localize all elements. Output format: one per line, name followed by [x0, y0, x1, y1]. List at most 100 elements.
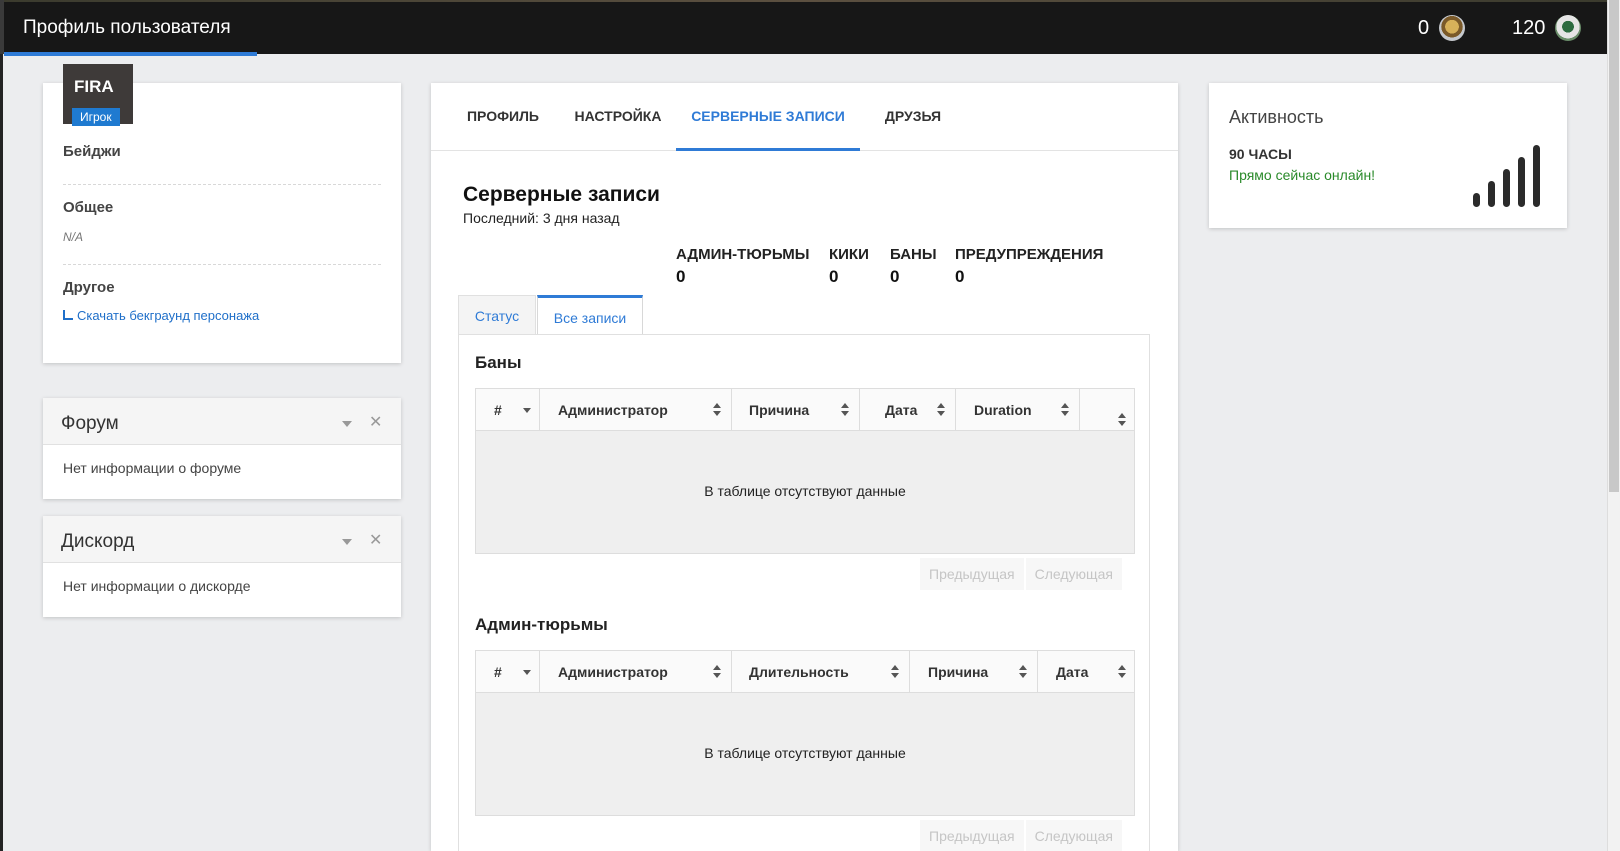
- tab-settings[interactable]: НАСТРОЙКА: [563, 83, 673, 151]
- column-number[interactable]: #: [476, 389, 540, 431]
- column-admin[interactable]: Администратор: [540, 389, 732, 431]
- stat-value: 0: [676, 267, 686, 286]
- forum-card-header: Форум ✕: [43, 398, 401, 445]
- top-bar: Профиль пользователя 0 120: [0, 0, 1607, 56]
- sort-icon: [841, 403, 849, 417]
- sort-icon: [1118, 665, 1126, 679]
- scrollbar[interactable]: [1607, 0, 1620, 851]
- bans-empty: В таблице отсутствуют данные: [704, 483, 906, 499]
- column-admin[interactable]: Администратор: [540, 651, 732, 693]
- tab-server-records[interactable]: СЕРВЕРНЫЕ ЗАПИСИ: [676, 83, 860, 151]
- sort-desc-icon: [523, 670, 531, 675]
- player-nick: FIRA: [74, 77, 114, 96]
- scrollbar-thumb[interactable]: [1609, 0, 1619, 492]
- jails-empty: В таблице отсутствуют данные: [704, 745, 906, 761]
- jails-title: Админ-тюрьмы: [475, 615, 608, 634]
- column-number[interactable]: #: [476, 651, 540, 693]
- table-header: # Администратор Длительность Причина Дат…: [476, 651, 1134, 693]
- coin-1-value: 0: [1418, 16, 1430, 39]
- forum-info: Нет информации о форуме: [63, 460, 242, 476]
- column-duration[interactable]: Duration: [956, 389, 1080, 431]
- divider: [63, 184, 381, 185]
- records-last: Последний: 3 дня назад: [463, 210, 620, 226]
- column-date[interactable]: Дата: [860, 389, 956, 431]
- prev-button[interactable]: Предыдущая: [920, 558, 1024, 590]
- badges-label: Бейджи: [63, 143, 121, 160]
- forum-card: Форум ✕ Нет информации о форуме: [43, 398, 401, 499]
- discord-title: Дискорд: [61, 531, 135, 552]
- records-panel: Баны # Администратор Причина Дата Durati…: [458, 334, 1150, 851]
- stat-value: 0: [955, 267, 965, 286]
- left-dark-edge: [0, 54, 3, 851]
- collapse-icon[interactable]: [342, 421, 352, 427]
- prev-button[interactable]: Предыдущая: [920, 820, 1024, 851]
- jails-pager: Предыдущая Следующая: [918, 820, 1122, 851]
- collapse-icon[interactable]: [342, 539, 352, 545]
- records-title: Серверные записи: [463, 183, 660, 206]
- sort-icon: [1061, 403, 1069, 417]
- column-reason[interactable]: Причина: [910, 651, 1038, 693]
- activity-title: Активность: [1229, 107, 1324, 127]
- signal-bar: [1488, 181, 1495, 207]
- sort-desc-icon: [523, 408, 531, 413]
- next-button[interactable]: Следующая: [1025, 820, 1122, 851]
- stat-bans: БАНЫ 0: [890, 246, 937, 287]
- sort-icon: [891, 665, 899, 679]
- activity-hours: 90 ЧАСЫ: [1229, 146, 1292, 162]
- close-icon[interactable]: ✕: [369, 530, 382, 550]
- discord-info: Нет информации о дискорде: [63, 578, 251, 594]
- avatar: FIRA Игрок: [63, 64, 133, 126]
- sort-icon: [1118, 413, 1126, 427]
- divider: [63, 264, 381, 265]
- subtab-all-records[interactable]: Все записи: [537, 295, 643, 335]
- window-edge: [0, 0, 4, 54]
- stat-kicks: КИКИ 0: [829, 246, 869, 287]
- stat-label: ПРЕДУПРЕЖДЕНИЯ: [955, 246, 1104, 263]
- general-label: Общее: [63, 199, 114, 216]
- role-badge: Игрок: [72, 108, 120, 126]
- stat-value: 0: [890, 267, 900, 286]
- online-status: Прямо сейчас онлайн!: [1229, 167, 1376, 183]
- coin-counter-1[interactable]: 0: [1418, 15, 1466, 41]
- title-accent-line: [4, 52, 257, 56]
- bans-title: Баны: [475, 353, 522, 372]
- next-button[interactable]: Следующая: [1025, 558, 1122, 590]
- stat-label: АДМИН-ТЮРЬМЫ: [676, 246, 810, 263]
- column-date[interactable]: Дата: [1038, 651, 1136, 693]
- jails-table: # Администратор Длительность Причина Дат…: [475, 650, 1135, 816]
- medal-coin-icon: [1439, 15, 1466, 41]
- column-reason[interactable]: Причина: [732, 389, 860, 431]
- activity-card: Активность 90 ЧАСЫ Прямо сейчас онлайн!: [1209, 83, 1567, 228]
- general-value: N/A: [63, 230, 84, 244]
- profile-tabs: ПРОФИЛЬ НАСТРОЙКА СЕРВЕРНЫЕ ЗАПИСИ ДРУЗЬ…: [431, 83, 1178, 151]
- other-label: Другое: [63, 279, 115, 296]
- signal-bar: [1503, 169, 1510, 207]
- sort-icon: [1019, 665, 1027, 679]
- stat-label: БАНЫ: [890, 246, 937, 263]
- sort-icon: [937, 403, 945, 417]
- bans-pager: Предыдущая Следующая: [918, 558, 1122, 590]
- discord-card-header: Дискорд ✕: [43, 516, 401, 563]
- close-icon[interactable]: ✕: [369, 412, 382, 432]
- bans-table: # Администратор Причина Дата Duration В …: [475, 388, 1135, 554]
- sort-icon: [713, 403, 721, 417]
- stat-label: КИКИ: [829, 246, 869, 263]
- download-icon: [63, 310, 73, 320]
- download-background-link[interactable]: Скачать бекграунд персонажа: [63, 308, 381, 323]
- top-bar-border: [0, 0, 1607, 2]
- subtab-status[interactable]: Статус: [458, 295, 536, 335]
- activity-signal-icon: [1473, 145, 1545, 207]
- discord-card: Дискорд ✕ Нет информации о дискорде: [43, 516, 401, 617]
- coin-2-value: 120: [1512, 16, 1546, 39]
- page-title: Профиль пользователя: [23, 17, 231, 38]
- forum-title: Форум: [61, 413, 119, 434]
- tab-friends[interactable]: ДРУЗЬЯ: [868, 83, 958, 151]
- column-duration[interactable]: Длительность: [732, 651, 910, 693]
- coin-counter-2[interactable]: 120: [1512, 15, 1582, 41]
- column-extra[interactable]: [1080, 389, 1136, 431]
- sort-icon: [713, 665, 721, 679]
- mascot-coin-icon: [1555, 15, 1582, 41]
- main-panel: ПРОФИЛЬ НАСТРОЙКА СЕРВЕРНЫЕ ЗАПИСИ ДРУЗЬ…: [431, 83, 1178, 851]
- signal-bar: [1518, 157, 1525, 207]
- tab-profile[interactable]: ПРОФИЛЬ: [453, 83, 553, 151]
